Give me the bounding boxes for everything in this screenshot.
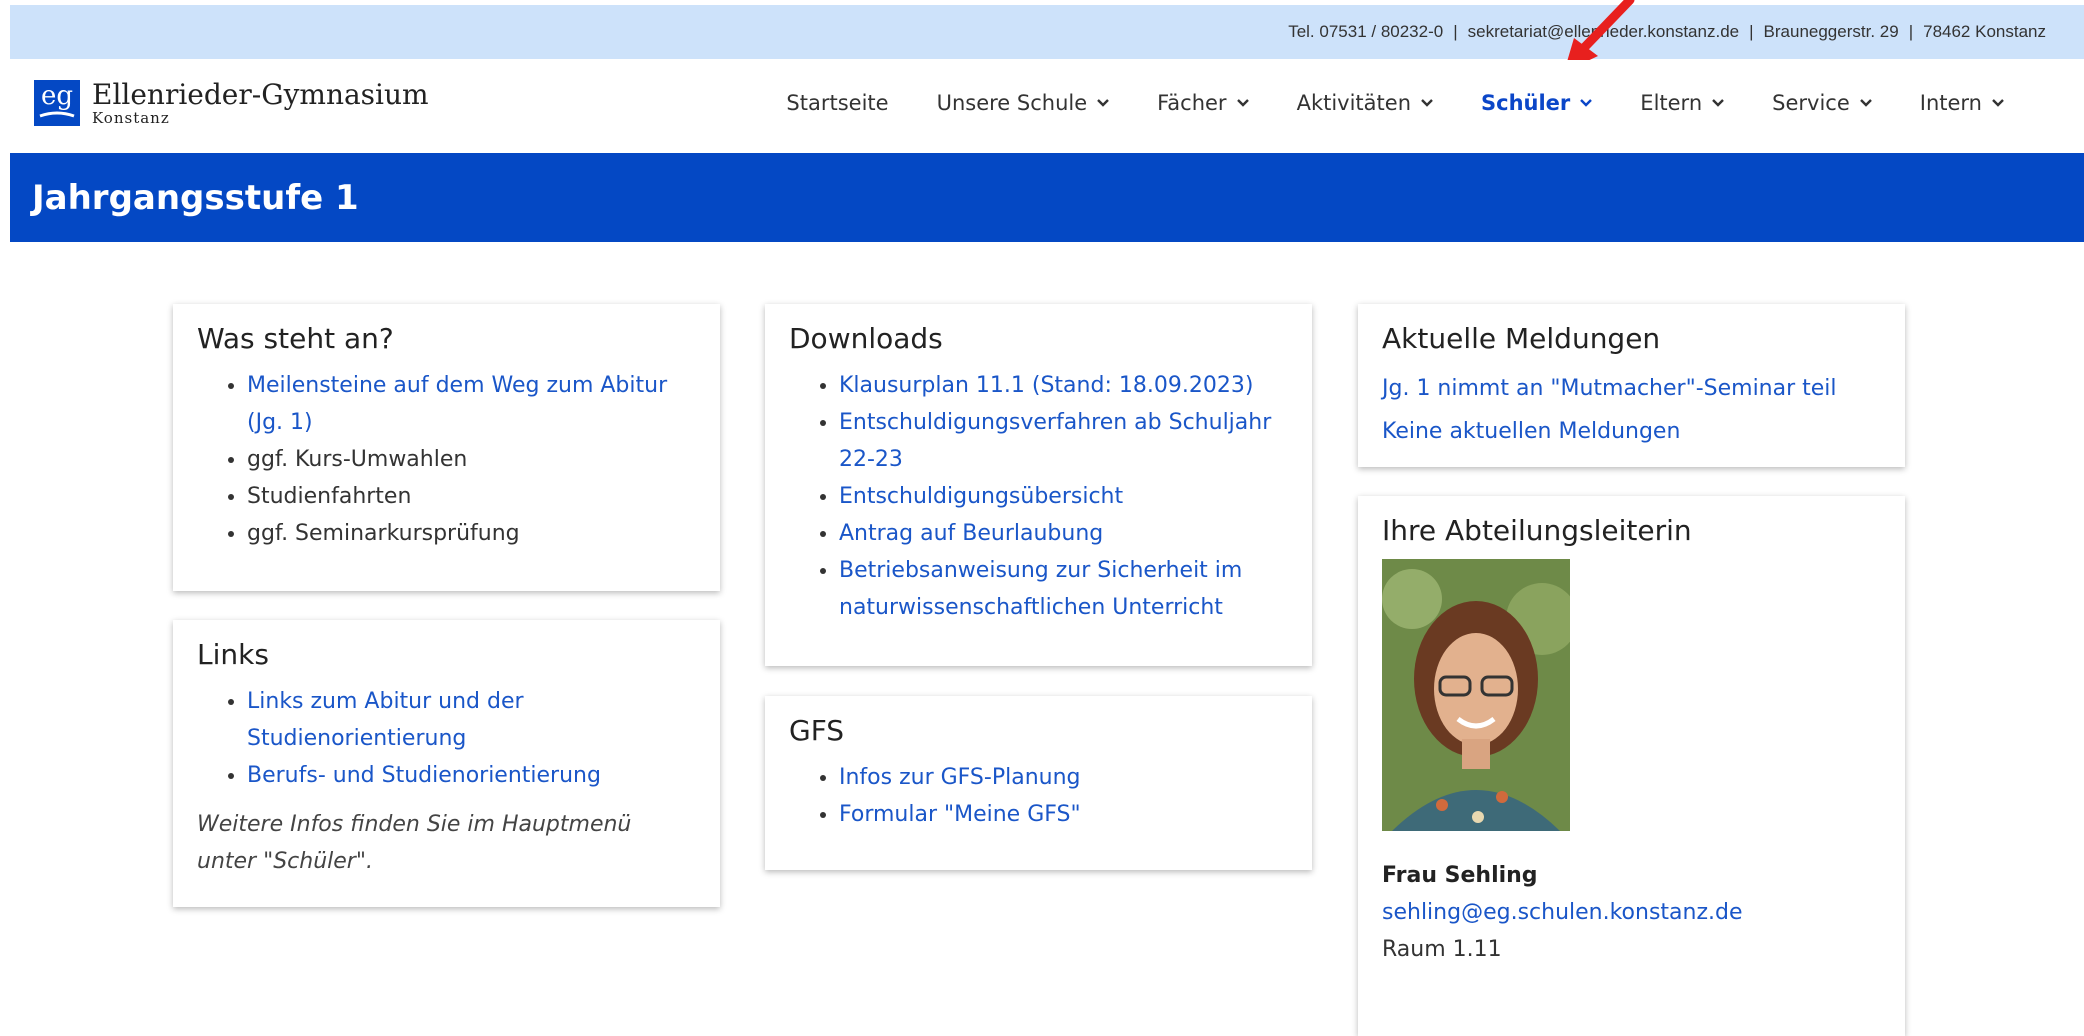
contact-city: 78462 Konstanz — [1923, 22, 2046, 41]
list-item[interactable]: Entschuldigungsübersicht — [839, 478, 1288, 515]
chevron-down-icon — [1236, 99, 1249, 107]
nav-item-faecher[interactable]: Fächer — [1157, 91, 1249, 115]
contact-street: Brauneggerstr. 29 — [1763, 22, 1899, 41]
downloads-list: Klausurplan 11.1 (Stand: 18.09.2023) Ent… — [789, 367, 1288, 626]
betriebsanweisung-link[interactable]: Betriebsanweisung zur Sicherheit im natu… — [839, 558, 1242, 620]
list-item[interactable]: Formular "Meine GFS" — [839, 796, 1288, 833]
nav-item-eltern[interactable]: Eltern — [1640, 91, 1724, 115]
chevron-down-icon — [1712, 99, 1724, 107]
nav-label: Intern — [1919, 91, 1982, 115]
list-item[interactable]: Klausurplan 11.1 (Stand: 18.09.2023) — [839, 367, 1288, 404]
entschuldigungsverfahren-link[interactable]: Entschuldigungsverfahren ab Schuljahr 22… — [839, 410, 1271, 472]
info-note: Weitere Infos finden Sie im Hauptmenü un… — [197, 812, 632, 874]
beurlaubung-link[interactable]: Antrag auf Beurlaubung — [839, 521, 1103, 546]
gfs-list: Infos zur GFS-Planung Formular "Meine GF… — [789, 759, 1288, 833]
logo-subtitle: Konstanz — [92, 109, 170, 127]
logo-mark-text: eg — [41, 81, 73, 111]
list-item[interactable]: Betriebsanweisung zur Sicherheit im natu… — [839, 552, 1288, 626]
nav-item-unsere-schule[interactable]: Unsere Schule — [937, 91, 1110, 115]
main-nav: Startseite Unsere Schule Fächer Aktivitä… — [786, 91, 2004, 115]
separator: | — [1453, 22, 1458, 41]
nav-label: Service — [1772, 91, 1850, 115]
portrait-image — [1382, 559, 1570, 831]
card-title: Was steht an? — [197, 322, 394, 355]
person-name: Frau Sehling — [1382, 863, 1538, 888]
card-abteilungsleiterin: Ihre Abteilungsleiterin Frau Sehling seh… — [1358, 496, 1905, 1036]
abitur-links-link[interactable]: Links zum Abitur und der Studienorientie… — [247, 689, 524, 751]
page-title-band: Jahrgangsstufe 1 — [10, 153, 2084, 242]
list-item: ggf. Kurs-Umwahlen — [247, 441, 696, 478]
eg-logo-icon: eg — [34, 80, 80, 126]
list-item[interactable]: Antrag auf Beurlaubung — [839, 515, 1288, 552]
list-item[interactable]: Berufs- und Studienorientierung — [247, 757, 696, 794]
card-title: Ihre Abteilungsleiterin — [1382, 514, 1692, 547]
card-gfs: GFS Infos zur GFS-Planung Formular "Mein… — [765, 696, 1312, 870]
chevron-down-icon — [1097, 99, 1109, 107]
nav-item-startseite[interactable]: Startseite — [786, 91, 888, 115]
mutmacher-news-link[interactable]: Jg. 1 nimmt an "Mutmacher"-Seminar teil — [1382, 367, 1881, 410]
card-was-steht-an: Was steht an? Meilensteine auf dem Weg z… — [173, 304, 720, 591]
gfs-planung-link[interactable]: Infos zur GFS-Planung — [839, 765, 1081, 790]
card-title: Links — [197, 638, 269, 671]
nav-item-schueler[interactable]: Schüler — [1481, 91, 1593, 115]
nav-label: Fächer — [1157, 91, 1227, 115]
nav-label: Eltern — [1640, 91, 1703, 115]
chevron-down-icon — [1421, 99, 1433, 107]
entschuldigungsuebersicht-link[interactable]: Entschuldigungsübersicht — [839, 484, 1123, 509]
nav-label: Schüler — [1481, 91, 1571, 115]
nav-item-service[interactable]: Service — [1772, 91, 1872, 115]
list-item: Studienfahrten — [247, 478, 696, 515]
nav-label: Startseite — [786, 91, 889, 115]
chevron-down-icon — [1580, 99, 1593, 107]
site-header: eg Ellenrieder-Gymnasium Konstanz Starts… — [10, 60, 2084, 153]
nav-label: Aktivitäten — [1296, 91, 1412, 115]
logo-title: Ellenrieder-Gymnasium — [92, 78, 429, 111]
links-list: Links zum Abitur und der Studienorientie… — [197, 683, 696, 794]
nav-item-intern[interactable]: Intern — [1920, 91, 2004, 115]
list-item[interactable]: Links zum Abitur und der Studienorientie… — [247, 683, 696, 757]
todo-list: Meilensteine auf dem Weg zum Abitur (Jg.… — [197, 367, 696, 552]
chevron-down-icon — [1992, 99, 2004, 107]
berufsorientierung-link[interactable]: Berufs- und Studienorientierung — [247, 763, 601, 788]
person-email-link[interactable]: sehling@eg.schulen.konstanz.de — [1382, 894, 1881, 931]
person-room: Raum 1.11 — [1382, 937, 1502, 962]
list-item[interactable]: Entschuldigungsverfahren ab Schuljahr 22… — [839, 404, 1288, 478]
list-item[interactable]: Meilensteine auf dem Weg zum Abitur (Jg.… — [247, 367, 696, 441]
school-logo[interactable]: eg Ellenrieder-Gymnasium Konstanz — [34, 80, 429, 126]
card-title: GFS — [789, 714, 845, 747]
card-downloads: Downloads Klausurplan 11.1 (Stand: 18.09… — [765, 304, 1312, 666]
milestones-link[interactable]: Meilensteine auf dem Weg zum Abitur (Jg.… — [247, 373, 667, 435]
card-title: Aktuelle Meldungen — [1382, 322, 1661, 355]
klausurplan-link[interactable]: Klausurplan 11.1 (Stand: 18.09.2023) — [839, 373, 1253, 398]
card-aktuelle-meldungen: Aktuelle Meldungen Jg. 1 nimmt an "Mutma… — [1358, 304, 1905, 467]
nav-label: Unsere Schule — [936, 91, 1088, 115]
page-title: Jahrgangsstufe 1 — [32, 177, 359, 218]
contact-phone: Tel. 07531 / 80232-0 — [1288, 22, 1444, 41]
list-item[interactable]: Infos zur GFS-Planung — [839, 759, 1288, 796]
nav-item-aktivitaeten[interactable]: Aktivitäten — [1297, 91, 1433, 115]
card-title: Downloads — [789, 322, 943, 355]
chevron-down-icon — [1859, 99, 1872, 107]
contact-bar: Tel. 07531 / 80232-0 | sekretariat@ellen… — [10, 5, 2084, 59]
list-item: ggf. Seminarkursprüfung — [247, 515, 696, 552]
separator: | — [1908, 22, 1914, 41]
no-news-link[interactable]: Keine aktuellen Meldungen — [1382, 410, 1881, 453]
card-links: Links Links zum Abitur und der Studienor… — [173, 620, 720, 907]
portrait-photo — [1382, 559, 1570, 831]
separator: | — [1749, 22, 1754, 41]
meine-gfs-link[interactable]: Formular "Meine GFS" — [839, 802, 1081, 827]
